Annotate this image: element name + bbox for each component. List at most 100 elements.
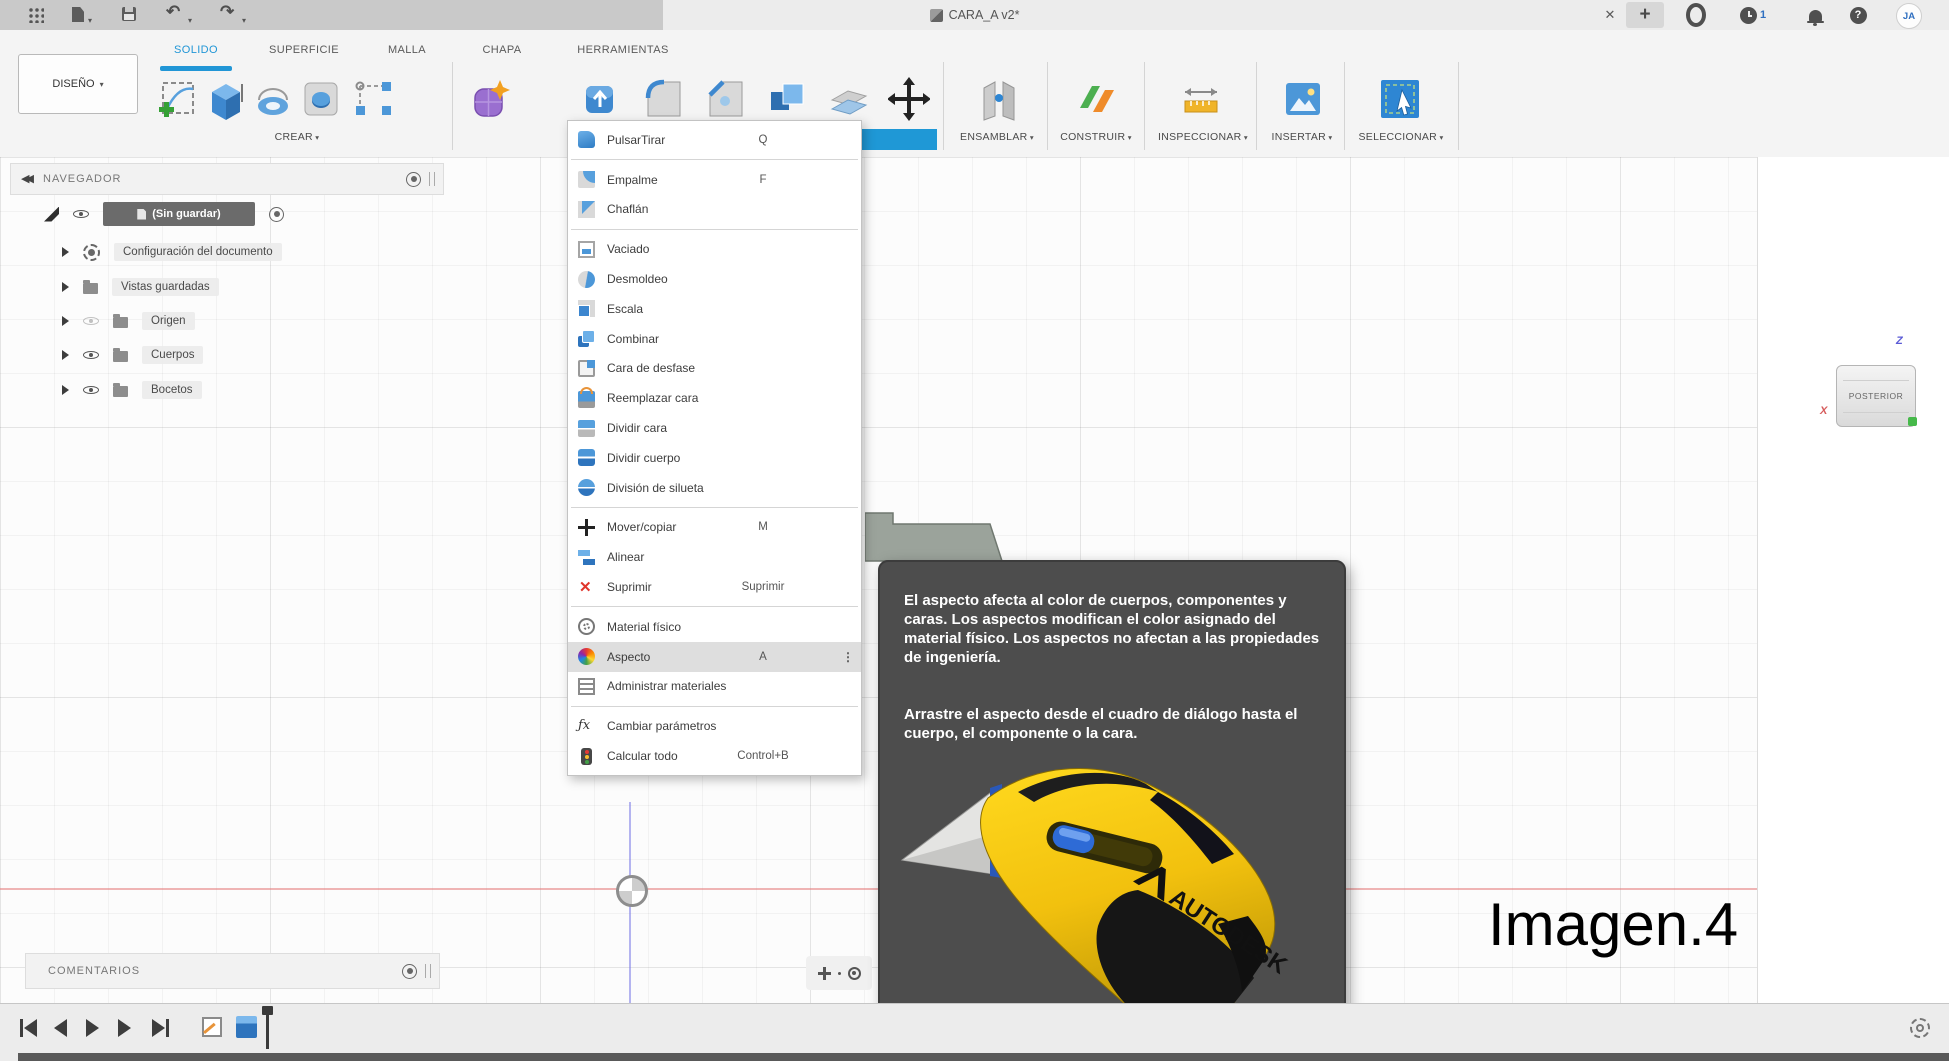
visibility-eye-icon[interactable] <box>73 207 89 222</box>
workspace-selector-button[interactable]: DISEÑO <box>18 54 138 114</box>
navigator-options-icon[interactable] <box>406 171 421 187</box>
menu-item-shortcut: Suprimir <box>741 581 785 594</box>
menu-item-scale[interactable]: Escala <box>568 294 861 324</box>
timeline-extrude-feature[interactable] <box>236 1016 257 1038</box>
orbit-icon[interactable] <box>847 966 861 980</box>
menu-item-splitface[interactable]: Dividir cara <box>568 413 861 443</box>
fillet-icon[interactable] <box>642 76 686 124</box>
timeline-play-button[interactable] <box>80 1015 104 1041</box>
tab-malla[interactable]: MALLA <box>376 44 438 60</box>
menu-item-fillet[interactable]: Empalme F <box>568 165 861 195</box>
pan-icon[interactable] <box>817 966 831 980</box>
timeline-step-forward-button[interactable] <box>112 1015 136 1041</box>
visibility-eye-icon[interactable] <box>83 314 99 329</box>
chamfer-icon[interactable] <box>704 76 748 124</box>
expand-caret-icon[interactable] <box>62 282 69 292</box>
comments-options-icon[interactable] <box>402 963 417 979</box>
x-axis-label: X <box>1820 405 1828 417</box>
tab-solido[interactable]: SOLIDO <box>160 44 232 60</box>
group-label-construir[interactable]: CONSTRUIR <box>1060 131 1132 149</box>
tree-row-cuerpos[interactable]: Cuerpos <box>62 346 204 364</box>
new-tab-button[interactable] <box>1626 2 1664 28</box>
menu-item-material[interactable]: Material físico <box>568 612 861 642</box>
group-label-seleccionar[interactable]: SELECCIONAR <box>1358 131 1443 149</box>
hole-icon[interactable] <box>300 76 344 124</box>
create-sketch-icon[interactable] <box>158 76 202 124</box>
press-pull-icon[interactable] <box>580 76 624 124</box>
menu-item-draft[interactable]: Desmoldeo <box>568 264 861 294</box>
visibility-eye-icon[interactable] <box>83 348 99 363</box>
menu-item-combine[interactable]: Combinar <box>568 324 861 354</box>
menu-item-replaceface[interactable]: Reemplazar cara <box>568 383 861 413</box>
expand-caret-icon[interactable] <box>62 316 69 326</box>
menu-item-offsetface[interactable]: Cara de desfase <box>568 354 861 384</box>
navigator-header[interactable]: NAVEGADOR <box>10 163 444 195</box>
group-label-insertar[interactable]: INSERTAR <box>1272 131 1333 149</box>
viewcube[interactable]: POSTERIOR <box>1836 365 1916 427</box>
expand-caret-icon[interactable] <box>62 350 69 360</box>
menu-item-shell[interactable]: Vaciado <box>568 234 861 264</box>
inspect-measure-icon[interactable] <box>1180 76 1224 124</box>
job-status-icon[interactable]: 1 <box>1735 5 1771 25</box>
create-form-icon[interactable] <box>470 76 514 124</box>
menu-item-silhouette[interactable]: División de silueta <box>568 473 861 503</box>
menu-item-chamfer[interactable]: Chaflán <box>568 195 861 225</box>
activate-component-icon[interactable] <box>269 206 284 222</box>
extrude-icon[interactable] <box>204 76 248 124</box>
document-icon <box>137 208 147 220</box>
expand-caret-icon[interactable] <box>62 247 69 257</box>
move-copy-icon[interactable] <box>887 76 932 124</box>
assemble-joint-icon[interactable] <box>978 76 1022 124</box>
group-label-crear[interactable]: CREAR <box>275 131 320 149</box>
timeline-sketch-feature[interactable] <box>202 1017 222 1037</box>
offset-face-icon[interactable] <box>828 76 872 124</box>
collapse-panel-icon[interactable] <box>21 174 35 184</box>
extensions-icon[interactable] <box>1686 3 1706 27</box>
menu-item-appearance[interactable]: Aspecto A ⋮ <box>568 641 861 672</box>
tree-row-bocetos[interactable]: Bocetos <box>62 381 202 399</box>
timeline-step-back-button[interactable] <box>48 1015 72 1041</box>
tree-row-vistas[interactable]: Vistas guardadas <box>62 278 219 296</box>
menu-item-move[interactable]: Mover/copiar M <box>568 513 861 543</box>
tab-superficie[interactable]: SUPERFICIE <box>258 44 350 60</box>
timeline-settings-gear-icon[interactable] <box>1910 1018 1930 1038</box>
timeline-go-end-button[interactable] <box>148 1015 172 1041</box>
insert-image-icon[interactable] <box>1282 76 1326 124</box>
visibility-eye-icon[interactable] <box>83 383 99 398</box>
menu-item-splitbody[interactable]: Dividir cuerpo <box>568 443 861 473</box>
combine-icon[interactable] <box>766 76 810 124</box>
timeline-marker[interactable] <box>266 1009 269 1049</box>
tab-herramientas[interactable]: HERRAMIENTAS <box>566 44 680 60</box>
select-icon[interactable] <box>1378 76 1422 124</box>
notifications-bell-icon[interactable] <box>1805 5 1825 26</box>
navigator-grip[interactable] <box>429 172 435 186</box>
tree-row-configuración[interactable]: Configuración del documento <box>62 243 282 261</box>
construct-plane-icon[interactable] <box>1076 76 1120 124</box>
menu-item-managematerials[interactable]: Administrar materiales <box>568 672 861 702</box>
tab-chapa[interactable]: CHAPA <box>468 44 536 60</box>
menu-item-fx[interactable]: Cambiar parámetros <box>568 711 861 741</box>
comments-panel-header[interactable]: COMENTARIOS <box>25 953 440 989</box>
comments-grip[interactable] <box>425 964 431 978</box>
menu-item-delete[interactable]: Suprimir Suprimir <box>568 572 861 602</box>
tree-row-origen[interactable]: Origen <box>62 312 195 330</box>
help-icon[interactable] <box>1848 5 1868 25</box>
timeline-go-start-button[interactable] <box>16 1015 40 1041</box>
group-label-ensamblar[interactable]: ENSAMBLAR <box>960 131 1034 149</box>
revolve-icon[interactable] <box>252 76 296 124</box>
document-root-badge[interactable]: (Sin guardar) <box>103 202 255 226</box>
menu-item-align[interactable]: Alinear <box>568 542 861 572</box>
menu-item-compute[interactable]: Calcular todo Control+B <box>568 741 861 771</box>
group-label-inspeccionar[interactable]: INSPECCIONAR <box>1158 131 1248 149</box>
menu-item-presspull[interactable]: PulsarTirar Q <box>568 125 861 155</box>
navigator-root-row[interactable]: (Sin guardar) <box>44 202 284 226</box>
origin-marker[interactable] <box>616 875 648 907</box>
close-tab-icon[interactable] <box>1600 5 1620 25</box>
model-body[interactable] <box>865 512 1005 562</box>
menu-item-more-icon[interactable]: ⋮ <box>842 650 854 664</box>
viewport-canvas[interactable]: NAVEGADOR (Sin guardar) Configuración de… <box>0 120 1949 1052</box>
avatar[interactable]: JA <box>1896 3 1922 29</box>
fx-icon <box>578 718 595 735</box>
expand-caret-icon[interactable] <box>62 385 69 395</box>
pattern-icon[interactable] <box>352 76 396 124</box>
